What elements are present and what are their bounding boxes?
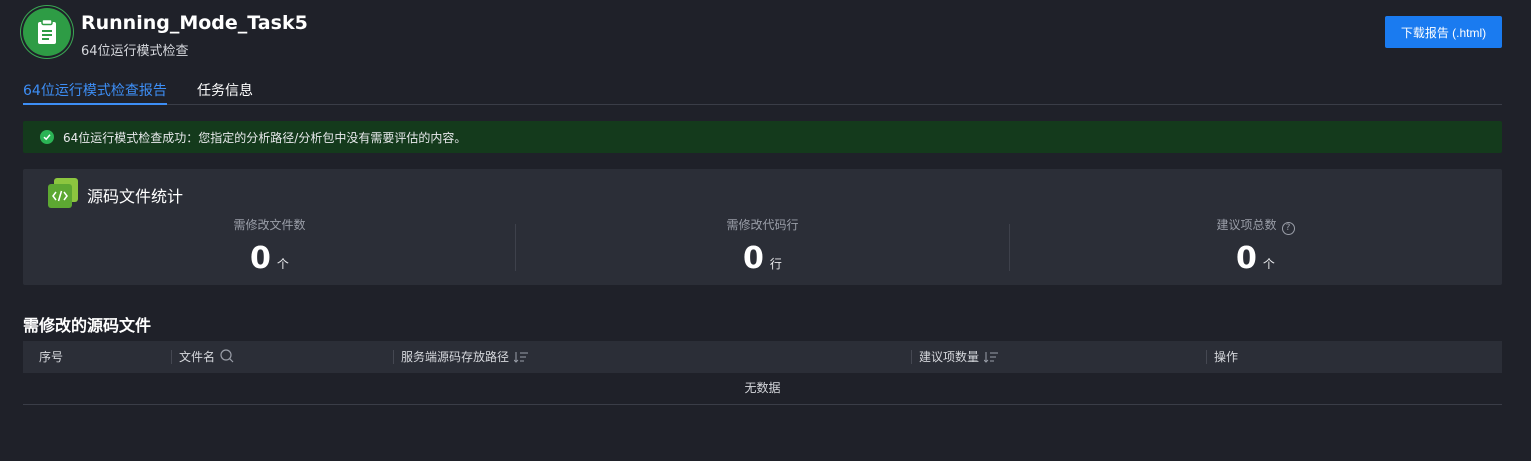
sort-icon[interactable] xyxy=(513,351,529,363)
tab-task-info[interactable]: 任务信息 xyxy=(197,80,253,100)
clipboard-icon xyxy=(23,8,71,56)
stat-suggestions: 建议项总数? 0个 xyxy=(1009,217,1502,281)
col-path[interactable]: 服务端源码存放路径 xyxy=(401,341,529,373)
table-header: 序号 文件名 服务端源码存放路径 建议项数量 操作 xyxy=(23,341,1502,373)
stat-value: 0 xyxy=(1236,241,1257,276)
files-table: 序号 文件名 服务端源码存放路径 建议项数量 操作 无数据 xyxy=(23,341,1502,405)
stat-files: 需修改文件数 0个 xyxy=(23,217,516,281)
search-icon[interactable] xyxy=(220,349,234,363)
page-title: Running_Mode_Task5 xyxy=(81,12,308,34)
stats-title: 源码文件统计 xyxy=(87,187,184,206)
col-label: 操作 xyxy=(1214,350,1239,364)
download-report-button[interactable]: 下载报告 (.html) xyxy=(1385,16,1502,48)
col-filename: 文件名 xyxy=(179,341,234,373)
col-label: 文件名 xyxy=(179,350,216,364)
stat-unit: 个 xyxy=(1262,257,1275,271)
stat-value: 0 xyxy=(250,241,271,276)
files-section-title: 需修改的源码文件 xyxy=(23,316,152,335)
column-separator xyxy=(911,350,912,364)
sort-icon[interactable] xyxy=(983,351,999,363)
col-suggestions[interactable]: 建议项数量 xyxy=(919,341,999,373)
stat-value: 0 xyxy=(743,241,764,276)
success-alert: 64位运行模式检查成功：您指定的分析路径/分析包中没有需要评估的内容。 xyxy=(23,121,1502,153)
code-file-icon xyxy=(48,178,78,208)
empty-state: 无数据 xyxy=(23,373,1502,405)
stat-label-text: 建议项总数 xyxy=(1216,218,1277,232)
help-icon[interactable]: ? xyxy=(1281,222,1295,235)
tab-report[interactable]: 64位运行模式检查报告 xyxy=(23,80,167,105)
stat-lines: 需修改代码行 0行 xyxy=(516,217,1009,281)
check-circle-icon xyxy=(40,130,54,144)
col-label: 服务端源码存放路径 xyxy=(401,350,510,364)
page-header: Running_Mode_Task5 64位运行模式检查 下载报告 (.html… xyxy=(23,8,1502,59)
col-actions: 操作 xyxy=(1214,341,1238,373)
stat-label: 建议项总数? xyxy=(1009,217,1502,235)
tab-bar: 64位运行模式检查报告 任务信息 xyxy=(23,76,1502,105)
alert-message: 64位运行模式检查成功：您指定的分析路径/分析包中没有需要评估的内容。 xyxy=(63,131,467,145)
col-label: 建议项数量 xyxy=(919,350,980,364)
column-separator xyxy=(171,350,172,364)
stat-unit: 行 xyxy=(769,257,782,271)
column-separator xyxy=(393,350,394,364)
page-subtitle: 64位运行模式检查 xyxy=(81,44,189,59)
stat-label: 需修改文件数 xyxy=(233,218,306,232)
col-index: 序号 xyxy=(39,341,63,373)
stat-unit: 个 xyxy=(276,257,289,271)
source-stats-panel: 源码文件统计 需修改文件数 0个 需修改代码行 0行 建议项总数? 0个 xyxy=(23,169,1502,285)
stat-label: 需修改代码行 xyxy=(726,218,799,232)
column-separator xyxy=(1206,350,1207,364)
col-label: 序号 xyxy=(39,350,64,364)
